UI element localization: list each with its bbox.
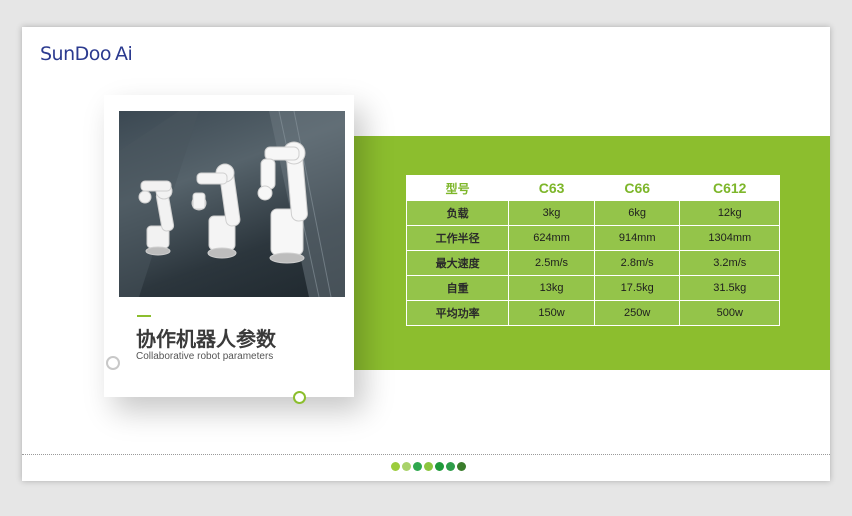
table-cell: 914mm — [593, 225, 681, 251]
table-cell: 1304mm — [679, 225, 780, 251]
header-model: 型号 — [405, 175, 510, 201]
title-accent-line — [137, 315, 151, 317]
table-cell: 3kg — [508, 200, 595, 226]
row-label-reach: 工作半径 — [405, 225, 510, 251]
table-cell: 2.5m/s — [508, 250, 595, 276]
header-c63: C63 — [508, 175, 595, 201]
pager-dot[interactable] — [402, 462, 411, 471]
logo-brand: SunDoo — [40, 43, 112, 65]
logo-suffix: Ai — [115, 43, 133, 65]
pager-dot[interactable] — [435, 462, 444, 471]
row-label-power: 平均功率 — [405, 300, 510, 326]
card-title: 协作机器人参数 — [136, 327, 276, 351]
table-cell: 6kg — [593, 200, 681, 226]
table-cell: 150w — [508, 300, 595, 326]
gray-circle-marker — [106, 356, 120, 370]
table-cell: 3.2m/s — [679, 250, 780, 276]
table-row: 最大速度 2.5m/s 2.8m/s 3.2m/s — [405, 250, 780, 276]
pager-dot[interactable] — [446, 462, 455, 471]
row-label-weight: 自重 — [405, 275, 510, 301]
table-row: 负载 3kg 6kg 12kg — [405, 200, 780, 226]
sundoo-logo[interactable]: SunDoo Ai — [40, 43, 133, 65]
table-cell: 31.5kg — [679, 275, 780, 301]
pager-dots — [391, 462, 466, 471]
spec-table: 型号 C63 C66 C612 负载 3kg 6kg 12kg 工作半径 624… — [405, 175, 780, 326]
table-row: 自重 13kg 17.5kg 31.5kg — [405, 275, 780, 301]
pager-dot[interactable] — [391, 462, 400, 471]
row-label-max-speed: 最大速度 — [405, 250, 510, 276]
card-subtitle: Collaborative robot parameters — [136, 351, 274, 362]
pager-dot[interactable] — [424, 462, 433, 471]
table-cell: 13kg — [508, 275, 595, 301]
table-cell: 17.5kg — [593, 275, 681, 301]
table-row: 平均功率 150w 250w 500w — [405, 300, 780, 326]
slide: SunDoo Ai 协作机器人参数 Collaborative robot pa… — [22, 27, 830, 481]
table-cell: 500w — [679, 300, 780, 326]
pager-dot[interactable] — [413, 462, 422, 471]
product-card: 协作机器人参数 Collaborative robot parameters — [104, 95, 354, 397]
green-circle-marker — [293, 391, 306, 404]
pager-dot[interactable] — [457, 462, 466, 471]
spec-table-header-row: 型号 C63 C66 C612 — [405, 175, 780, 201]
robot-arms-photo — [119, 111, 345, 297]
table-cell: 2.8m/s — [593, 250, 681, 276]
row-label-payload: 负载 — [405, 200, 510, 226]
table-cell: 250w — [593, 300, 681, 326]
table-cell: 12kg — [679, 200, 780, 226]
dotted-divider — [22, 454, 830, 455]
header-c66: C66 — [593, 175, 681, 201]
header-c612: C612 — [679, 175, 780, 201]
table-cell: 624mm — [508, 225, 595, 251]
table-row: 工作半径 624mm 914mm 1304mm — [405, 225, 780, 251]
